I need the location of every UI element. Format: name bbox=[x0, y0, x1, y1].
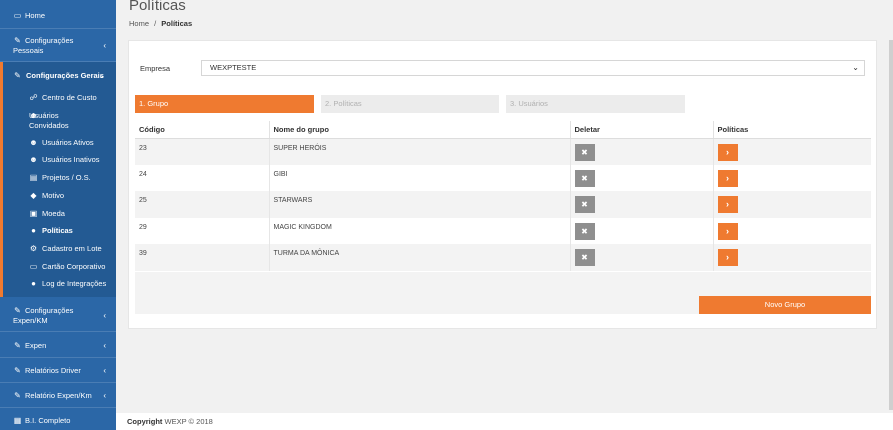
cell-politicas: › bbox=[713, 191, 871, 218]
empresa-label: Empresa bbox=[140, 64, 171, 73]
open-policies-button[interactable]: › bbox=[717, 143, 738, 161]
credit-card-icon: ▭ bbox=[29, 262, 38, 271]
col-nome-grupo: Nome do grupo bbox=[269, 121, 571, 139]
cell-politicas: › bbox=[713, 164, 871, 192]
open-policies-button[interactable]: › bbox=[717, 249, 738, 267]
chevron-left-icon: ‹ bbox=[103, 391, 106, 400]
cell-codigo: 29 bbox=[135, 217, 270, 245]
edit-icon: ✎ bbox=[14, 71, 21, 80]
chevron-left-icon: ‹ bbox=[103, 366, 106, 375]
circle-arrow-icon: ● bbox=[31, 226, 36, 235]
step-politicas[interactable]: 2. Políticas bbox=[321, 95, 499, 113]
edit-icon: ✎ bbox=[14, 341, 21, 350]
open-policies-button[interactable]: › bbox=[717, 169, 738, 187]
chevron-left-icon: ‹ bbox=[103, 341, 106, 350]
copyright-label: Copyright bbox=[127, 417, 163, 426]
divider bbox=[0, 357, 116, 358]
cogs-icon: ⚙ bbox=[29, 244, 38, 253]
empresa-selected-value: WEXPTESTE bbox=[210, 63, 257, 72]
chevron-down-icon: ⌄ bbox=[852, 63, 859, 72]
chevron-left-icon: ‹ bbox=[103, 311, 106, 320]
users-icon: ☻ bbox=[29, 155, 38, 164]
step-usuarios[interactable]: 3. Usuários bbox=[506, 95, 685, 113]
cell-politicas: › bbox=[713, 138, 871, 165]
cell-codigo: 25 bbox=[135, 191, 270, 218]
tag-icon: ◆ bbox=[30, 191, 37, 200]
cell-deletar: ✖ bbox=[570, 191, 714, 218]
cell-deletar: ✖ bbox=[570, 164, 714, 192]
cell-politicas: › bbox=[713, 217, 871, 245]
cell-nome: MAGIC KINGDOM bbox=[269, 217, 571, 245]
monitor-icon: ▭ bbox=[13, 11, 22, 20]
cell-nome: GIBI bbox=[269, 164, 571, 192]
col-deletar: Deletar bbox=[570, 121, 714, 139]
table-row: 39 TURMA DA MÔNICA ✖ › bbox=[135, 244, 871, 271]
delete-button[interactable]: ✖ bbox=[574, 169, 595, 187]
footer: Copyright WEXP © 2018 bbox=[116, 413, 893, 430]
divider bbox=[0, 28, 116, 29]
chevron-down-icon: ⌄ bbox=[98, 71, 105, 80]
cell-codigo: 23 bbox=[135, 138, 270, 165]
cell-nome: TURMA DA MÔNICA bbox=[269, 244, 571, 271]
chevron-left-icon: ‹ bbox=[103, 41, 106, 50]
breadcrumb-home[interactable]: Home bbox=[129, 19, 149, 28]
table-row: 25 STARWARS ✖ › bbox=[135, 191, 871, 218]
info-icon: ● bbox=[31, 279, 36, 288]
empresa-select[interactable]: WEXPTESTE ⌄ bbox=[201, 60, 865, 76]
table-row: 23 SUPER HERÓIS ✖ › bbox=[135, 138, 871, 165]
divider bbox=[0, 407, 116, 408]
delete-button[interactable]: ✖ bbox=[574, 143, 595, 161]
groups-table: Código Nome do grupo Deletar Políticas 2… bbox=[135, 121, 871, 271]
delete-button[interactable]: ✖ bbox=[574, 196, 595, 214]
open-policies-button[interactable]: › bbox=[717, 196, 738, 214]
sitemap-icon: ☍ bbox=[29, 93, 38, 102]
cell-codigo: 24 bbox=[135, 164, 270, 192]
cell-codigo: 39 bbox=[135, 244, 270, 271]
table-header-row: Código Nome do grupo Deletar Políticas bbox=[135, 121, 871, 139]
edit-icon: ✎ bbox=[14, 306, 21, 315]
page-title: Políticas bbox=[129, 0, 186, 14]
col-politicas: Políticas bbox=[713, 121, 871, 139]
delete-button[interactable]: ✖ bbox=[574, 249, 595, 267]
breadcrumb-current: Políticas bbox=[161, 19, 193, 28]
novo-grupo-button[interactable]: Novo Grupo bbox=[699, 296, 871, 314]
cell-nome: STARWARS bbox=[269, 191, 571, 218]
sidebar: ▭ Home ✎ Configurações Pessoais ‹ ✎ Conf… bbox=[0, 0, 116, 430]
cell-politicas: › bbox=[713, 244, 871, 271]
cell-deletar: ✖ bbox=[570, 244, 714, 271]
table-row: 24 GIBI ✖ › bbox=[135, 164, 871, 192]
col-codigo: Código bbox=[135, 121, 270, 139]
copyright-text: WEXP © 2018 bbox=[164, 417, 213, 426]
cell-nome: SUPER HERÓIS bbox=[269, 138, 571, 165]
users-icon: ☻ bbox=[29, 138, 38, 147]
divider bbox=[0, 382, 116, 383]
divider bbox=[0, 331, 116, 332]
step-grupo[interactable]: 1. Grupo bbox=[135, 95, 314, 113]
page-scrollbar[interactable] bbox=[889, 40, 893, 410]
table-icon: ▦ bbox=[13, 416, 22, 425]
edit-icon: ✎ bbox=[14, 36, 21, 45]
edit-icon: ✎ bbox=[14, 366, 21, 375]
money-icon: ▣ bbox=[29, 209, 38, 218]
cell-deletar: ✖ bbox=[570, 138, 714, 165]
open-policies-button[interactable]: › bbox=[717, 222, 738, 240]
delete-button[interactable]: ✖ bbox=[574, 222, 595, 240]
cell-deletar: ✖ bbox=[570, 217, 714, 245]
breadcrumb-separator: / bbox=[154, 19, 157, 28]
edit-icon: ✎ bbox=[14, 391, 21, 400]
file-icon: ▤ bbox=[29, 173, 38, 182]
breadcrumb: Home / Políticas bbox=[129, 19, 192, 28]
table-row: 29 MAGIC KINGDOM ✖ › bbox=[135, 217, 871, 245]
